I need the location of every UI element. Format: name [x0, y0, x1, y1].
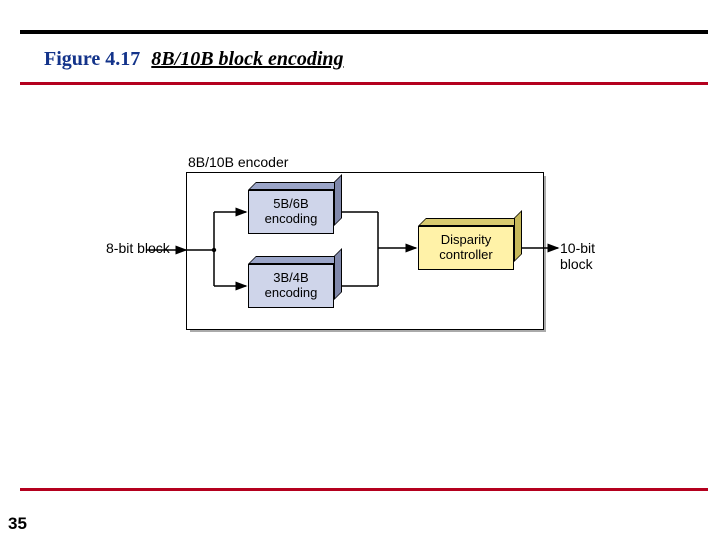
figure-caption: 8B/10B block encoding: [151, 48, 343, 70]
rule-title-underline: [20, 82, 708, 85]
figure-number: Figure 4.17: [44, 48, 140, 70]
rule-top: [20, 30, 708, 34]
diagram-arrows: [108, 160, 628, 350]
figure-title: Figure 4.17 8B/10B block encoding: [44, 48, 344, 71]
rule-bottom: [20, 488, 708, 491]
diagram-8b10b: 8B/10B encoder 8-bit block 10-bit block …: [108, 160, 628, 350]
page-number: 35: [8, 514, 27, 534]
